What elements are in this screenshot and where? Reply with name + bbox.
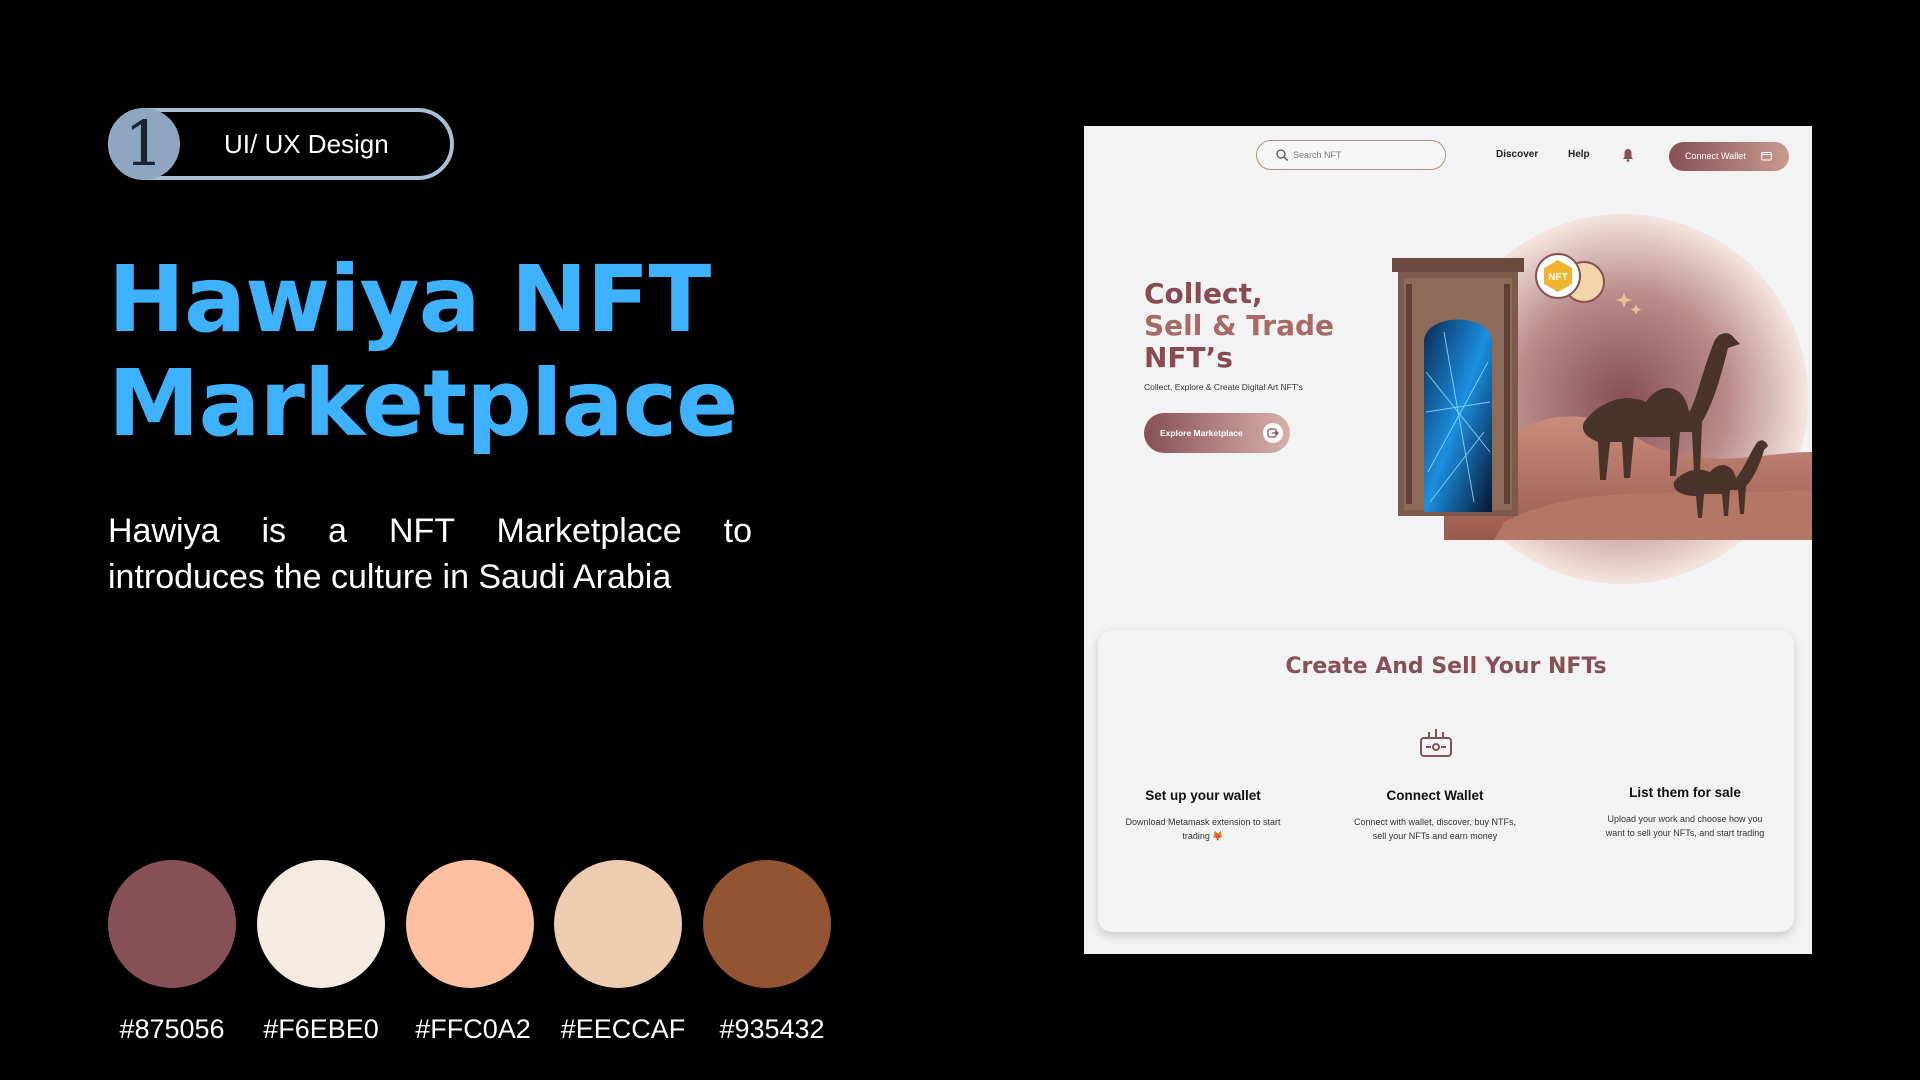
step-description: Download Metamask extension to start tra… [1125, 817, 1281, 841]
step-connect-wallet: Connect Wallet Connect with wallet, disc… [1350, 788, 1520, 843]
project-description: Hawiya is a NFT Marketplace to introduce… [108, 512, 752, 596]
color-swatch-1 [108, 860, 236, 988]
category-badge: 1 UI/ UX Design [108, 108, 454, 180]
connect-wallet-button[interactable]: Connect Wallet [1669, 142, 1789, 171]
nft-badge-text: NFT [1548, 272, 1567, 283]
search-input[interactable]: Search NFT [1256, 140, 1446, 170]
section-title: Create And Sell Your NFTs [1285, 654, 1607, 679]
color-hex-1: #875056 [119, 1014, 225, 1044]
explore-marketplace-label: Explore Marketplace [1160, 428, 1243, 438]
hero-title-line1: Collect, [1144, 277, 1263, 310]
color-swatch-5 [703, 860, 831, 988]
project-title: Hawiya NFT Marketplace [108, 248, 868, 456]
step-title: Set up your wallet [1145, 788, 1261, 803]
color-swatch-2 [257, 860, 385, 988]
badge-number: 1 [108, 108, 180, 180]
step-description: Upload your work and choose how you want… [1605, 814, 1765, 838]
project-title-line1: Hawiya NFT [108, 246, 711, 353]
color-hex-4: #EECCAF [560, 1014, 686, 1044]
nav-discover[interactable]: Discover [1496, 149, 1538, 160]
create-sell-section: Create And Sell Your NFTs Set up your wa… [1098, 630, 1794, 932]
search-placeholder: Search NFT [1293, 150, 1342, 160]
bell-icon[interactable] [1622, 148, 1634, 162]
wallet-icon [1761, 152, 1772, 161]
badge-label: UI/ UX Design [224, 129, 389, 159]
step-title: List them for sale [1629, 785, 1741, 800]
doorway [1392, 258, 1524, 516]
hero-subtitle: Collect, Explore & Create Digital Art NF… [1144, 382, 1303, 392]
step-title: Connect Wallet [1386, 788, 1484, 803]
nav-help[interactable]: Help [1568, 149, 1590, 160]
website-mockup: Search NFT Discover Help Connect Wallet … [1084, 126, 1812, 954]
color-hex-2: #F6EBE0 [263, 1014, 379, 1044]
color-hex-5: #935432 [719, 1014, 825, 1044]
color-hex-3: #FFC0A2 [415, 1014, 531, 1044]
step-setup-wallet: Set up your wallet Download Metamask ext… [1118, 788, 1288, 843]
hero-illustration: NFT [1392, 253, 1812, 540]
search-icon [1276, 149, 1288, 161]
color-swatch-4 [554, 860, 682, 988]
step-description: Connect with wallet, discover, buy NTFs,… [1353, 817, 1517, 841]
wallet-device-icon [1420, 729, 1452, 757]
hero-title-line3: NFT’s [1144, 341, 1233, 374]
hero-title: Collect, Sell & Trade NFT’s [1144, 278, 1374, 374]
project-title-line2: Marketplace [108, 350, 739, 457]
connect-wallet-label: Connect Wallet [1685, 151, 1746, 161]
color-swatch-3 [406, 860, 534, 988]
sparkle-icon [1616, 292, 1642, 315]
hero-title-line2: Sell & Trade [1144, 309, 1335, 342]
nft-bubble-icon: NFT [1535, 253, 1605, 303]
explore-marketplace-button[interactable]: Explore Marketplace [1144, 413, 1290, 453]
step-list-for-sale: List them for sale Upload your work and … [1600, 785, 1770, 840]
arrow-icon [1263, 423, 1283, 443]
